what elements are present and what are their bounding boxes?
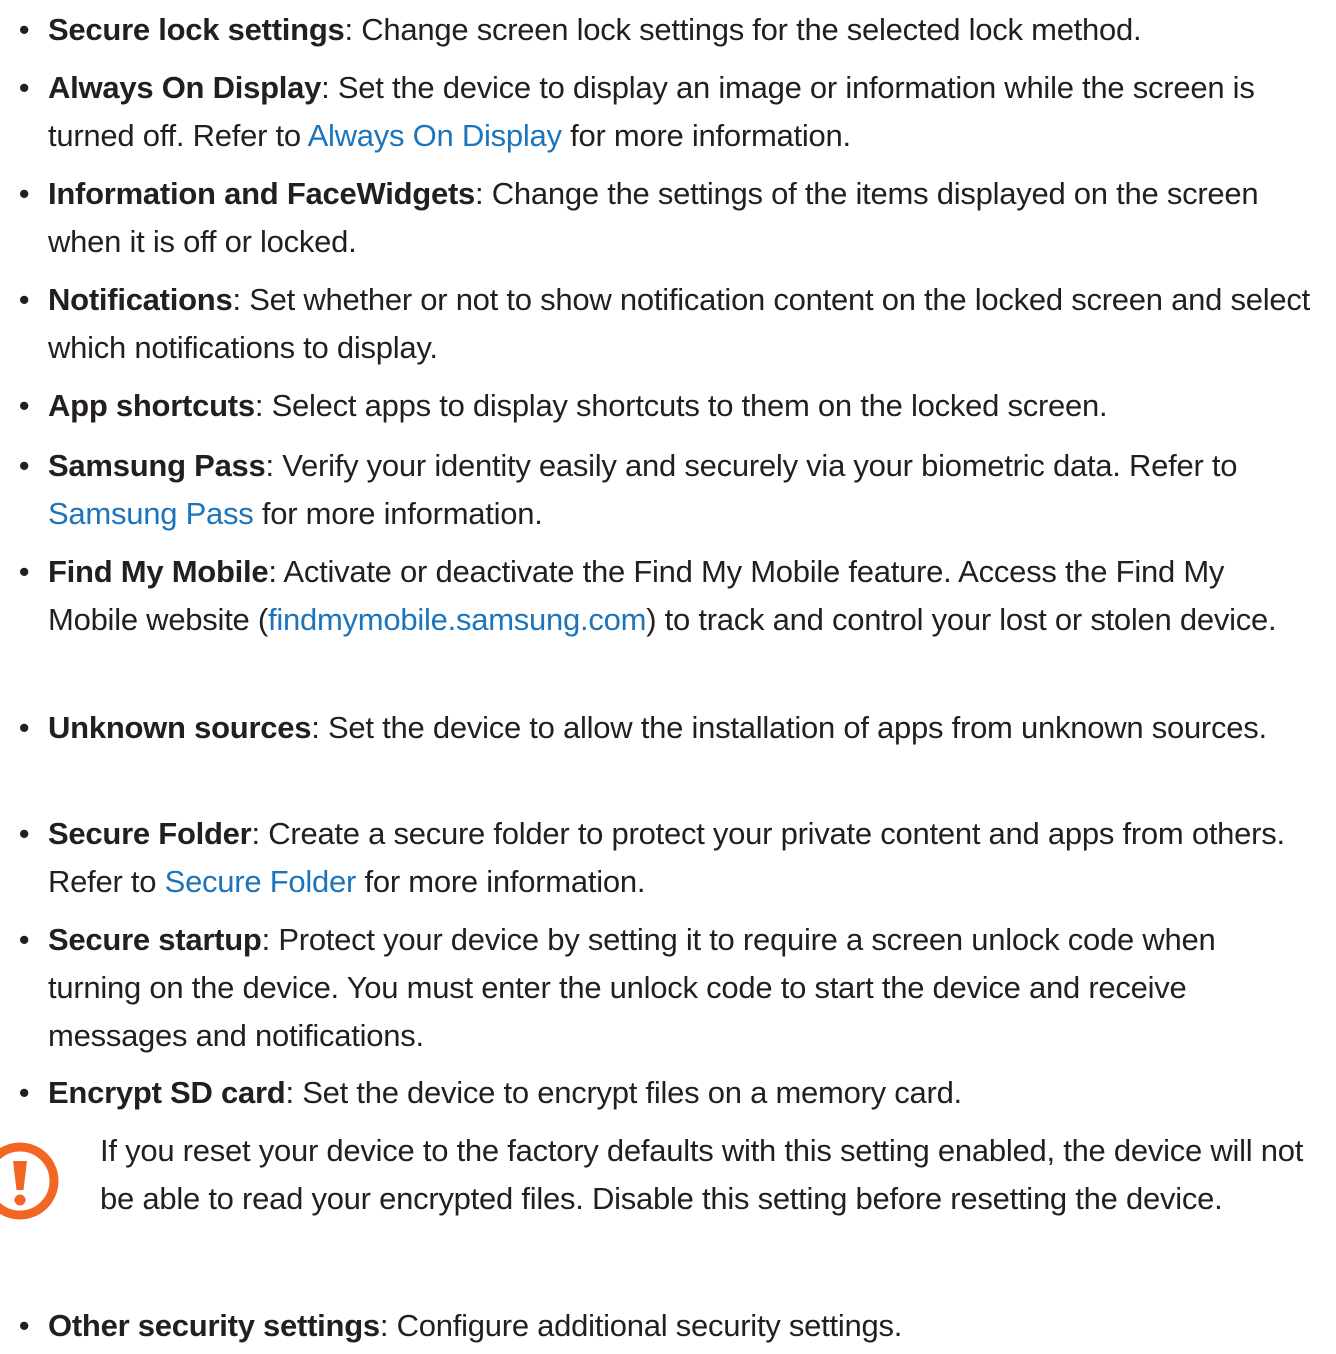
term-separator: : bbox=[232, 282, 241, 317]
list-item-text: Other security settings: Configure addit… bbox=[48, 1302, 1316, 1350]
setting-term: Samsung Pass bbox=[48, 448, 266, 483]
term-separator: : bbox=[261, 922, 271, 957]
setting-term: Information and FaceWidgets bbox=[48, 176, 476, 211]
setting-description-end: ) to track and control your lost or stol… bbox=[646, 602, 1277, 637]
list-item-text: Secure Folder: Create a secure folder to… bbox=[48, 810, 1316, 906]
setting-description-end: for more information. bbox=[561, 118, 851, 153]
samsung-pass-link[interactable]: Samsung Pass bbox=[48, 496, 254, 531]
list-item-samsung-pass: • Samsung Pass: Verify your identity eas… bbox=[0, 442, 1316, 538]
list-item-text: Secure lock settings: Change screen lock… bbox=[48, 6, 1316, 54]
bullet: • bbox=[18, 554, 30, 589]
setting-description: Set the device to encrypt files on a mem… bbox=[293, 1075, 962, 1110]
setting-term: Secure lock settings bbox=[48, 12, 345, 47]
setting-description: Verify your identity easily and securely… bbox=[273, 448, 1238, 483]
bullet: • bbox=[18, 710, 30, 745]
list-item-find-my-mobile: • Find My Mobile: Activate or deactivate… bbox=[0, 548, 1316, 644]
setting-description-end: for more information. bbox=[356, 864, 646, 899]
setting-description: Set the device to allow the installation… bbox=[319, 710, 1267, 745]
setting-term: Notifications bbox=[48, 282, 233, 317]
list-item-text: Information and FaceWidgets: Change the … bbox=[48, 170, 1316, 266]
list-item-text: Find My Mobile: Activate or deactivate t… bbox=[48, 548, 1316, 644]
list-item-text: Samsung Pass: Verify your identity easil… bbox=[48, 442, 1316, 538]
bullet: • bbox=[18, 922, 30, 957]
setting-description: Change screen lock settings for the sele… bbox=[352, 12, 1142, 47]
list-item-secure-startup: • Secure startup: Protect your device by… bbox=[0, 916, 1316, 1060]
setting-term: App shortcuts bbox=[48, 388, 255, 423]
term-separator: : bbox=[265, 448, 275, 483]
setting-term: Secure startup bbox=[48, 922, 262, 957]
setting-description: Configure additional security settings. bbox=[388, 1308, 903, 1343]
list-item-text: Notifications: Set whether or not to sho… bbox=[48, 276, 1316, 372]
list-item-always-on-display: • Always On Display: Set the device to d… bbox=[0, 64, 1316, 160]
setting-term: Find My Mobile bbox=[48, 554, 269, 589]
list-item-app-shortcuts: • App shortcuts: Select apps to display … bbox=[0, 382, 1316, 430]
term-separator: : bbox=[268, 554, 277, 589]
list-item-text: Always On Display: Set the device to dis… bbox=[48, 64, 1316, 160]
setting-term: Unknown sources bbox=[48, 710, 312, 745]
secure-folder-link[interactable]: Secure Folder bbox=[165, 864, 357, 899]
always-on-display-link[interactable]: Always On Display bbox=[308, 118, 562, 153]
list-item-text: Secure startup: Protect your device by s… bbox=[48, 916, 1316, 1060]
bullet: • bbox=[18, 448, 30, 483]
term-separator: : bbox=[311, 710, 320, 745]
list-item-text: Encrypt SD card: Set the device to encry… bbox=[48, 1069, 1316, 1117]
caution-icon bbox=[0, 1142, 59, 1220]
bullet: • bbox=[18, 816, 30, 851]
setting-description-end: for more information. bbox=[253, 496, 543, 531]
bullet: • bbox=[18, 1308, 30, 1343]
setting-term: Always On Display bbox=[48, 70, 322, 105]
setting-description: Select apps to display shortcuts to them… bbox=[263, 388, 1108, 423]
bullet: • bbox=[18, 388, 30, 423]
list-item-text: App shortcuts: Select apps to display sh… bbox=[48, 382, 1316, 430]
bullet: • bbox=[18, 1075, 30, 1110]
list-item-text: Unknown sources: Set the device to allow… bbox=[48, 704, 1316, 752]
bullet: • bbox=[18, 70, 30, 105]
caution-text: If you reset your device to the factory … bbox=[100, 1133, 1304, 1216]
manual-page: • Secure lock settings: Change screen lo… bbox=[0, 0, 1336, 1354]
list-item-secure-lock-settings: • Secure lock settings: Change screen lo… bbox=[0, 6, 1316, 54]
term-separator: : bbox=[321, 70, 330, 105]
term-separator: : bbox=[251, 816, 261, 851]
list-item-unknown-sources: • Unknown sources: Set the device to all… bbox=[0, 704, 1316, 752]
bullet: • bbox=[18, 282, 30, 317]
list-item-other-security-settings: • Other security settings: Configure add… bbox=[0, 1302, 1316, 1350]
setting-term: Encrypt SD card bbox=[48, 1075, 286, 1110]
term-separator: : bbox=[344, 12, 354, 47]
term-separator: : bbox=[285, 1075, 294, 1110]
setting-term: Other security settings bbox=[48, 1308, 380, 1343]
bullet: • bbox=[18, 12, 30, 47]
list-item-information-and-facewidgets: • Information and FaceWidgets: Change th… bbox=[0, 170, 1316, 266]
list-item-notifications: • Notifications: Set whether or not to s… bbox=[0, 276, 1316, 372]
caution-note: If you reset your device to the factory … bbox=[0, 1127, 1316, 1223]
term-separator: : bbox=[254, 388, 264, 423]
setting-term: Secure Folder bbox=[48, 816, 252, 851]
list-item-encrypt-sd-card: • Encrypt SD card: Set the device to enc… bbox=[0, 1069, 1316, 1117]
list-item-secure-folder: • Secure Folder: Create a secure folder … bbox=[0, 810, 1316, 906]
findmymobile-website-link[interactable]: findmymobile.samsung.com bbox=[268, 602, 646, 637]
bullet: • bbox=[18, 176, 30, 211]
